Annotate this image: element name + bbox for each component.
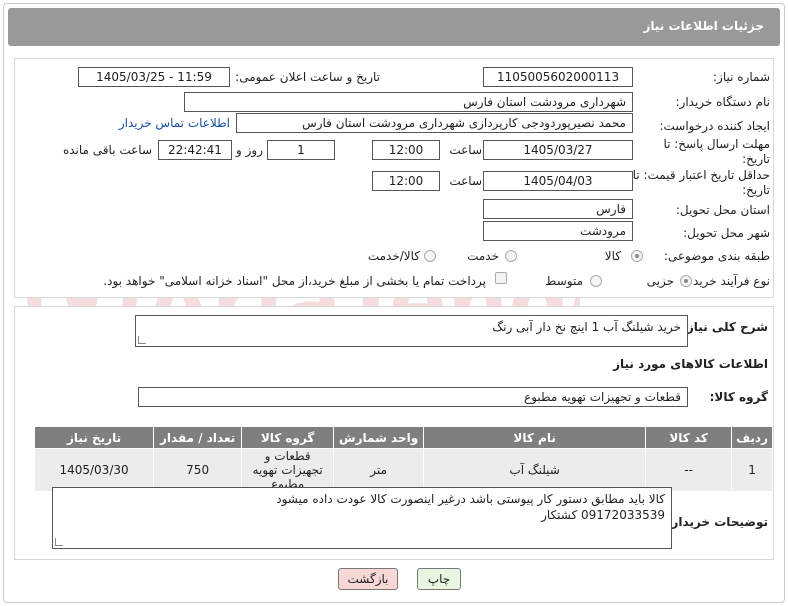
- process-label: نوع فرآیند خرید :: [685, 274, 770, 288]
- buyer-contact-link[interactable]: اطلاعات تماس خریدار: [119, 116, 230, 130]
- buyer-notes-label: توضیحات خریدار:: [666, 515, 768, 529]
- price-validity-label: حداقل تاریخ اعتبار قیمت: تا تاریخ:: [632, 168, 770, 197]
- back-button[interactable]: بازگشت: [338, 568, 398, 590]
- remaining-label: ساعت باقی مانده: [62, 143, 152, 157]
- category-option-service: خدمت: [467, 249, 499, 263]
- col-date: تاریخ نیاز: [33, 426, 155, 449]
- category-radio-goods-service[interactable]: [424, 250, 436, 262]
- page-header: جزئیات اطلاعات نیاز: [8, 8, 780, 46]
- creator-field[interactable]: محمد نصیرپوردودجی کارپردازی شهرداری مرود…: [236, 113, 633, 133]
- cell-name: شیلنگ آب: [423, 448, 647, 492]
- need-number-field[interactable]: 1105005602000113: [483, 67, 633, 87]
- col-unit: واحد شمارش: [333, 426, 425, 449]
- buyer-notes-textarea[interactable]: کالا باید مطابق دستور کار پیوستی باشد در…: [52, 487, 672, 549]
- cell-group: قطعات و تجهیزات تهویه مطبوع: [241, 448, 335, 492]
- summary-text: خرید شیلنگ آب 1 اینچ نخ دار آبی رنگ: [492, 320, 681, 334]
- province-label: استان محل تحویل:: [675, 203, 770, 217]
- resize-handle-icon[interactable]: [138, 336, 146, 344]
- cell-unit: متر: [333, 448, 425, 492]
- category-radio-service[interactable]: [505, 250, 517, 262]
- days-field[interactable]: 1: [267, 140, 335, 160]
- process-option-medium: متوسط: [545, 274, 583, 288]
- cell-code: --: [645, 448, 733, 492]
- col-code: کد کالا: [645, 426, 733, 449]
- buyer-org-field[interactable]: شهرداری مرودشت استان فارس: [184, 92, 633, 112]
- price-time-label: ساعت: [449, 174, 482, 188]
- creator-label: ایجاد کننده درخواست:: [659, 119, 770, 133]
- goods-group-label: گروه کالا:: [709, 390, 768, 404]
- goods-section-title: اطلاعات کالاهای مورد نیاز: [613, 357, 768, 371]
- category-label: طبقه بندی موضوعی:: [663, 249, 770, 263]
- cell-qty: 750: [153, 448, 243, 492]
- need-number-label: شماره نیاز:: [713, 70, 770, 84]
- goods-table-header: ردیف کد کالا نام کالا واحد شمارش گروه کا…: [33, 426, 773, 449]
- city-label: شهر محل تحویل:: [683, 226, 770, 240]
- cell-date: 1405/03/30: [33, 448, 155, 492]
- province-field[interactable]: فارس: [483, 199, 633, 219]
- col-row: ردیف: [731, 426, 773, 449]
- price-date-field[interactable]: 1405/04/03: [483, 171, 633, 191]
- table-row: 1 -- شیلنگ آب متر قطعات و تجهیزات تهویه …: [33, 448, 773, 492]
- treasury-payment-note: پرداخت تمام یا بخشی از مبلغ خرید،از محل …: [103, 274, 486, 288]
- resize-handle-icon[interactable]: [55, 538, 63, 546]
- category-radio-goods[interactable]: [631, 250, 643, 262]
- remaining-time-field[interactable]: 22:42:41: [158, 140, 232, 160]
- price-time-field[interactable]: 12:00: [372, 171, 440, 191]
- process-radio-medium[interactable]: [590, 275, 602, 287]
- goods-table: ردیف کد کالا نام کالا واحد شمارش گروه کا…: [33, 426, 773, 492]
- buyer-notes-line-2: 09172033539 کشتکار: [541, 508, 665, 522]
- reply-date-field[interactable]: 1405/03/27: [483, 140, 633, 160]
- reply-time-label: ساعت: [449, 143, 482, 157]
- announce-label: تاریخ و ساعت اعلان عمومی:: [235, 70, 380, 84]
- col-name: نام کالا: [423, 426, 647, 449]
- treasury-payment-checkbox[interactable]: [495, 272, 507, 284]
- print-button[interactable]: چاپ: [417, 568, 461, 590]
- announce-field[interactable]: 1405/03/25 - 11:59: [78, 67, 230, 87]
- cell-row: 1: [731, 448, 773, 492]
- buyer-org-label: نام دستگاه خریدار:: [675, 95, 771, 109]
- process-option-minor: جزیی: [646, 274, 674, 288]
- col-qty: تعداد / مقدار: [153, 426, 243, 449]
- page-title: جزئیات اطلاعات نیاز: [643, 19, 764, 33]
- col-group: گروه کالا: [241, 426, 335, 449]
- category-option-goods: کالا: [604, 249, 621, 263]
- summary-textarea[interactable]: خرید شیلنگ آب 1 اینچ نخ دار آبی رنگ: [135, 315, 688, 347]
- category-option-goods-service: کالا/خدمت: [367, 249, 420, 263]
- reply-deadline-label: مهلت ارسال پاسخ: تا تاریخ:: [663, 137, 770, 166]
- goods-group-field[interactable]: قطعات و تجهیزات تهویه مطبوع: [138, 387, 688, 407]
- buyer-notes-line-1: کالا باید مطابق دستور کار پیوستی باشد در…: [276, 492, 665, 506]
- city-field[interactable]: مرودشت: [483, 221, 633, 241]
- reply-time-field[interactable]: 12:00: [372, 140, 440, 160]
- process-radio-minor[interactable]: [680, 275, 692, 287]
- days-label: روز و: [236, 143, 263, 157]
- summary-label: شرح کلی نیاز:: [682, 320, 768, 334]
